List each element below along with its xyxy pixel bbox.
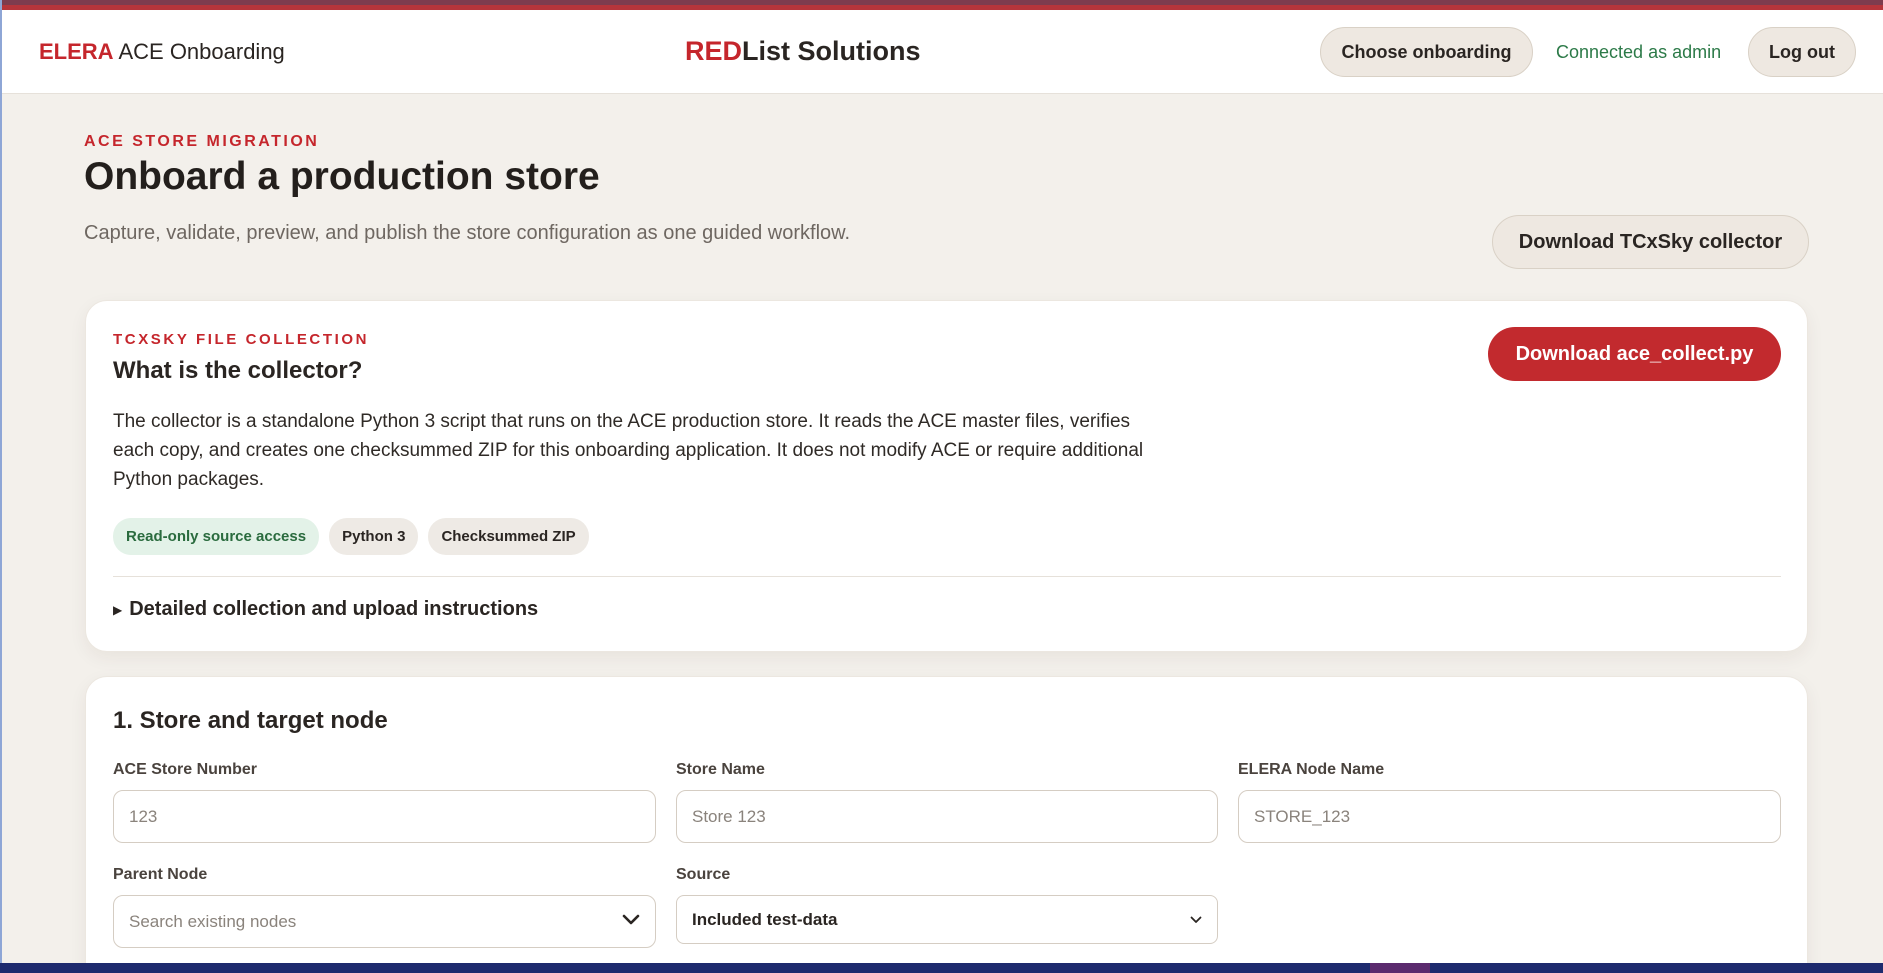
source-selected-value: Included test-data	[692, 909, 838, 929]
brand-accent: ELERA	[39, 39, 114, 64]
chevron-down-icon	[1190, 911, 1202, 929]
logout-button[interactable]: Log out	[1748, 27, 1856, 77]
page-title: Onboard a production store	[84, 155, 600, 198]
parent-node-label: Parent Node	[113, 866, 208, 883]
app-brand[interactable]: ELERA ACE Onboarding	[39, 39, 285, 65]
brand-name: ACE Onboarding	[118, 39, 285, 64]
tag-python: Python 3	[329, 518, 419, 555]
collector-description: The collector is a standalone Python 3 s…	[113, 411, 1144, 490]
collector-title: What is the collector?	[113, 357, 363, 384]
window-left-edge	[0, 0, 2, 973]
store-section-title: 1. Store and target node	[113, 707, 388, 734]
collector-tags: Read-only source access Python 3 Checksu…	[113, 518, 589, 555]
store-number-input[interactable]	[113, 790, 656, 843]
node-name-label: ELERA Node Name	[1238, 761, 1385, 778]
choose-onboarding-button[interactable]: Choose onboarding	[1320, 27, 1533, 77]
tag-read-only: Read-only source access	[113, 518, 320, 555]
store-number-label: ACE Store Number	[113, 761, 258, 778]
instructions-toggle-label: Detailed collection and upload instructi…	[129, 598, 539, 620]
source-label: Source	[676, 866, 731, 883]
page-eyebrow: ACE STORE MIGRATION	[84, 133, 320, 150]
tag-checksummed-zip: Checksummed ZIP	[428, 518, 589, 555]
collector-card: TCXSKY FILE COLLECTION What is the colle…	[85, 300, 1808, 652]
logo-rest-part: List Solutions	[742, 36, 921, 66]
source-select[interactable]: Included test-data	[676, 895, 1218, 944]
parent-node-combobox[interactable]: Search existing nodes	[113, 895, 656, 948]
store-target-card: 1. Store and target node ACE Store Numbe…	[85, 676, 1808, 973]
download-script-button[interactable]: Download ace_collect.py	[1488, 327, 1781, 381]
collector-eyebrow: TCXSKY FILE COLLECTION	[113, 331, 370, 348]
node-name-input[interactable]	[1238, 790, 1781, 843]
company-logo: REDList Solutions	[685, 36, 921, 67]
download-collector-button[interactable]: Download TCxSky collector	[1492, 215, 1809, 269]
taskbar-highlight	[1370, 963, 1430, 973]
connection-status: Connected as admin	[1556, 42, 1722, 62]
logo-red-part: RED	[685, 36, 743, 66]
os-taskbar	[0, 963, 1883, 973]
triangle-right-icon: ▶	[113, 602, 123, 617]
parent-node-placeholder: Search existing nodes	[129, 911, 297, 931]
store-name-input[interactable]	[676, 790, 1218, 843]
instructions-toggle[interactable]: ▶ Detailed collection and upload instruc…	[113, 598, 538, 621]
card-divider	[113, 576, 1781, 577]
top-accent-stripe	[0, 0, 1883, 10]
page-subtitle: Capture, validate, preview, and publish …	[84, 222, 851, 244]
app-header: ELERA ACE Onboarding REDList Solutions C…	[2, 10, 1883, 94]
chevron-down-icon	[622, 913, 640, 931]
store-name-label: Store Name	[676, 761, 765, 778]
